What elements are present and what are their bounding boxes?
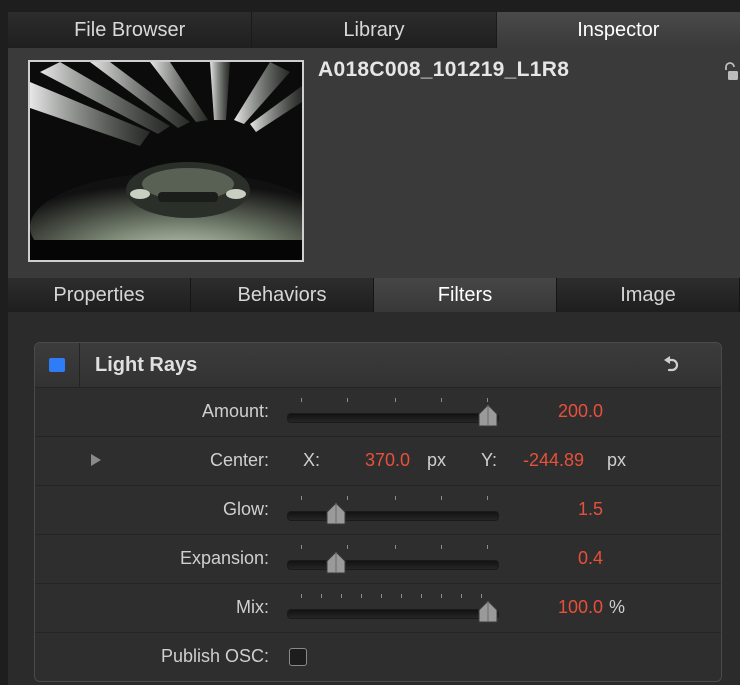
tab-filters[interactable]: Filters [374, 278, 557, 312]
glow-value[interactable]: 1.5 [578, 499, 603, 520]
slider-tick [381, 594, 382, 598]
slider-tick [461, 594, 462, 598]
slider-tick [487, 545, 488, 549]
center-label: Center: [209, 450, 269, 470]
mix-slider-ticks [287, 594, 497, 600]
slider-tick [301, 594, 302, 598]
header-divider [79, 343, 80, 387]
tab-library[interactable]: Library [252, 12, 497, 48]
tab-file-browser[interactable]: File Browser [8, 12, 253, 48]
param-row-amount: Amount: 200.0 [35, 388, 721, 437]
inspector-sub-tabs: Properties Behaviors Filters Image [8, 278, 740, 312]
expansion-label: Expansion: [179, 548, 269, 568]
glow-label: Glow: [222, 499, 269, 519]
slider-tick [441, 398, 442, 402]
light-rays-filter-panel: Light Rays Amount: 200.0 Center: X: 370.… [34, 342, 722, 682]
slider-tick [421, 594, 422, 598]
unlocked-lock-icon[interactable] [724, 62, 738, 82]
mix-slider[interactable] [287, 600, 499, 623]
expansion-value[interactable]: 0.4 [578, 548, 603, 569]
center-y-unit: px [607, 450, 627, 470]
inspector-window: File Browser Library Inspector A018C008_… [8, 12, 740, 685]
slider-tick [401, 594, 402, 598]
inspector-header: A018C008_101219_L1R8 [8, 48, 740, 278]
glow-slider-ticks [287, 496, 497, 502]
slider-tick [395, 545, 396, 549]
param-row-center: Center: X: 370.0 px Y: -244.89 px [35, 437, 721, 486]
clip-thumbnail [28, 60, 304, 262]
filter-title: Light Rays [95, 354, 198, 376]
slider-tick [301, 496, 302, 500]
center-y-label: Y: [481, 450, 498, 470]
mix-label: Mix: [236, 597, 269, 617]
center-x-value[interactable]: 370.0 [365, 450, 410, 471]
slider-tick [481, 594, 482, 598]
slider-knob[interactable] [325, 502, 347, 526]
slider-tick [441, 545, 442, 549]
reset-icon[interactable] [661, 355, 681, 375]
mix-value[interactable]: 100.0 [558, 597, 603, 618]
expansion-slider[interactable] [287, 551, 499, 574]
slider-tick [301, 398, 302, 402]
slider-tick [441, 496, 442, 500]
filter-header: Light Rays [35, 343, 721, 388]
center-x-unit: px [427, 450, 447, 470]
expansion-slider-ticks [287, 545, 497, 551]
slider-tick [395, 398, 396, 402]
slider-tick [321, 594, 322, 598]
amount-slider-ticks [287, 398, 497, 404]
tab-inspector[interactable]: Inspector [496, 12, 740, 48]
center-x-label: X: [303, 450, 321, 470]
publish-osc-label: Publish OSC: [160, 646, 269, 666]
slider-tick [487, 496, 488, 500]
param-row-expansion: Expansion: 0.4 [35, 535, 721, 584]
slider-knob[interactable] [325, 551, 347, 575]
tab-behaviors[interactable]: Behaviors [191, 278, 374, 312]
slider-tick [347, 398, 348, 402]
slider-tick [487, 398, 488, 402]
slider-tick [347, 545, 348, 549]
center-y-value[interactable]: -244.89 [523, 450, 584, 471]
param-row-mix: Mix: 100.0 % [35, 584, 721, 633]
slider-tick [347, 496, 348, 500]
filter-enable-checkbox[interactable] [49, 358, 65, 372]
slider-tick [341, 594, 342, 598]
amount-label: Amount: [201, 401, 269, 421]
param-row-publish-osc: Publish OSC: [35, 633, 721, 681]
slider-tick [441, 594, 442, 598]
clip-thumbnail-image [30, 62, 302, 260]
slider-knob[interactable] [477, 600, 499, 624]
mix-unit: % [609, 597, 626, 617]
param-row-glow: Glow: 1.5 [35, 486, 721, 535]
tab-properties[interactable]: Properties [8, 278, 191, 312]
top-tab-bar: File Browser Library Inspector [8, 12, 740, 48]
tab-image[interactable]: Image [557, 278, 740, 312]
slider-tick [395, 496, 396, 500]
clip-name: A018C008_101219_L1R8 [318, 58, 570, 81]
amount-value[interactable]: 200.0 [558, 401, 603, 422]
filters-pane: Light Rays Amount: 200.0 Center: X: 370.… [8, 312, 740, 685]
glow-slider[interactable] [287, 502, 499, 525]
slider-knob[interactable] [477, 404, 499, 428]
publish-osc-checkbox[interactable] [289, 648, 307, 666]
slider-tick [361, 594, 362, 598]
amount-slider[interactable] [287, 404, 499, 427]
slider-tick [301, 545, 302, 549]
disclosure-triangle-icon[interactable] [91, 454, 101, 466]
